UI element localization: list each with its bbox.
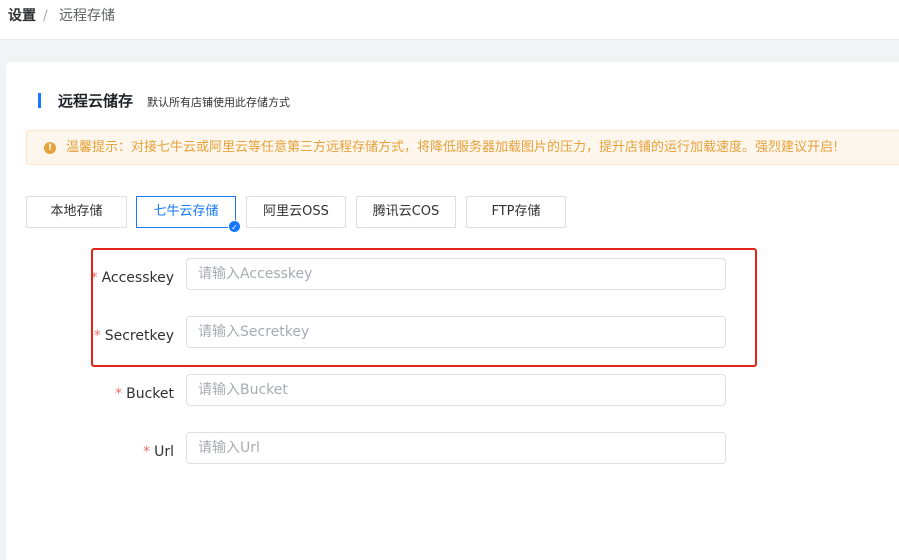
tab-aliyun-oss[interactable]: 阿里云OSS [246,196,346,228]
breadcrumb-separator: / [43,8,48,24]
required-mark: * [143,444,151,460]
tab-local-storage[interactable]: 本地存储 [26,196,127,228]
tab-label: 七牛云存储 [153,204,219,219]
section-title: 远程云储存 [58,92,134,110]
bucket-label: * Bucket [115,385,174,403]
top-bar: 设置 / 远程存储 [0,0,899,40]
url-input[interactable] [186,432,726,464]
tab-qiniu-storage[interactable]: 七牛云存储 ✓ [136,196,241,233]
section-subtitle: 默认所有店铺使用此存储方式 [147,96,290,109]
warning-icon: ! [44,142,56,154]
required-mark: * [115,386,123,402]
warning-notice: ! 温馨提示：对接七牛云或阿里云等任意第三方远程存储方式，将降低服务器加载图片的… [26,130,899,165]
annotation-highlight-box [91,248,757,367]
tab-ftp-storage[interactable]: FTP存储 [466,196,566,228]
bucket-label-text: Bucket [126,386,174,402]
breadcrumb-root[interactable]: 设置 [8,7,36,25]
url-label-text: Url [154,444,174,460]
tab-tencent-cos[interactable]: 腾讯云COS [356,196,456,228]
url-label: * Url [143,443,174,461]
bucket-input[interactable] [186,374,726,406]
notice-text: 温馨提示：对接七牛云或阿里云等任意第三方远程存储方式，将降低服务器加载图片的压力… [66,140,839,155]
selected-check-icon: ✓ [228,220,241,233]
breadcrumb-current: 远程存储 [59,8,115,24]
section-title-marker [38,93,41,108]
